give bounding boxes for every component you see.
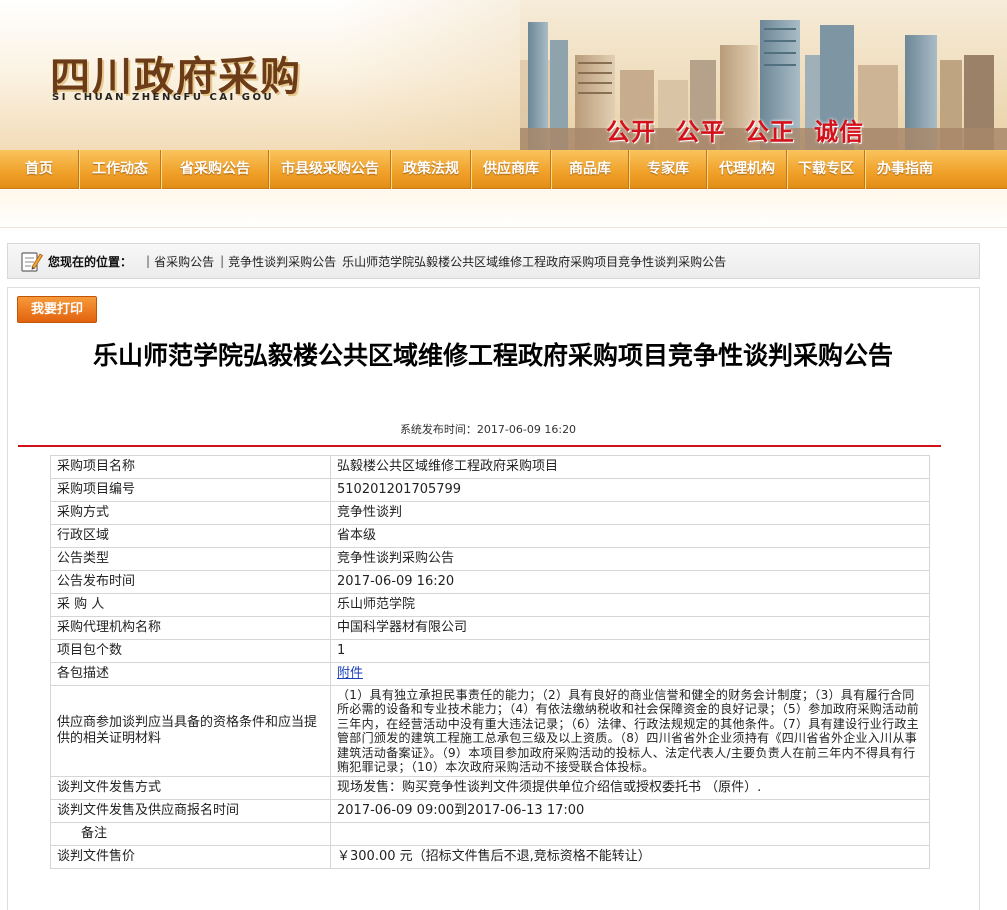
breadcrumb-item-current: 乐山师范学院弘毅楼公共区域维修工程政府采购项目竞争性谈判采购公告	[342, 254, 727, 269]
row-value: （1）具有独立承担民事责任的能力；（2）具有良好的商业信誉和健全的财务会计制度；…	[330, 684, 930, 778]
breadcrumb-separator: |	[220, 254, 225, 268]
row-key: 公告类型	[50, 547, 331, 571]
table-row: 采购项目名称 弘毅楼公共区域维修工程政府采购项目	[50, 455, 930, 479]
nav-item-policies[interactable]: 政策法规	[392, 150, 470, 189]
edit-note-icon	[21, 252, 44, 272]
row-value: 1	[330, 639, 930, 663]
row-value	[330, 822, 930, 847]
nav-item-downloads[interactable]: 下载专区	[788, 150, 864, 189]
row-value: 乐山师范学院	[330, 593, 930, 617]
row-value: 2017-06-09 16:20	[330, 570, 930, 594]
table-row: 公告类型 竞争性谈判采购公告	[50, 547, 930, 571]
row-value: 现场发售：购买竞争性谈判文件须提供单位介绍信或授权委托书 （原件）.	[330, 776, 930, 801]
row-key: 谈判文件发售及供应商报名时间	[50, 799, 331, 824]
table-row: 行政区域 省本级	[50, 524, 930, 548]
breadcrumb-label: 您现在的位置：	[48, 254, 133, 269]
nav-item-city-notices[interactable]: 市县级采购公告	[270, 150, 390, 189]
nav-item-suppliers[interactable]: 供应商库	[472, 150, 550, 189]
row-value: ￥300.00 元（招标文件售后不退,竞标资格不能转让）	[330, 845, 930, 870]
slogan-word: 诚信	[814, 117, 865, 146]
row-value: 附件	[330, 662, 930, 686]
slogan: 公开 公平 公正 诚信	[606, 112, 874, 147]
article-panel: 我要打印 乐山师范学院弘毅楼公共区域维修工程政府采购项目竞争性谈判采购公告 系统…	[7, 287, 980, 910]
row-key: 谈判文件售价	[50, 845, 331, 870]
row-key: 项目包个数	[50, 639, 331, 663]
breadcrumb-item-negotiation-notices[interactable]: 竞争性谈判采购公告	[228, 253, 336, 270]
breadcrumb-separator: |	[146, 254, 151, 268]
attachment-link[interactable]: 附件	[337, 666, 363, 681]
row-key: 采 购 人	[50, 593, 331, 617]
slogan-word: 公正	[744, 117, 795, 146]
table-row: 各包描述 附件	[50, 662, 930, 686]
row-value: 510201201705799	[330, 478, 930, 502]
row-key: 谈判文件发售方式	[50, 776, 331, 801]
publish-time: 系统发布时间：2017-06-09 16:20	[399, 423, 577, 436]
nav-item-provincial-notices[interactable]: 省采购公告	[162, 150, 268, 189]
table-row: 采购代理机构名称 中国科学器材有限公司	[50, 616, 930, 640]
breadcrumb-item-provincial-notices[interactable]: 省采购公告	[154, 253, 214, 270]
nav-item-work-news[interactable]: 工作动态	[80, 150, 160, 189]
row-key: 采购方式	[50, 501, 331, 525]
title-divider	[18, 445, 941, 447]
nav-item-home[interactable]: 首页	[0, 150, 78, 189]
row-value: 竞争性谈判采购公告	[330, 547, 930, 571]
row-key: 采购代理机构名称	[50, 616, 331, 640]
print-button[interactable]: 我要打印	[17, 296, 97, 323]
slogan-word: 公开	[606, 117, 656, 146]
nav-item-experts[interactable]: 专家库	[630, 150, 706, 189]
row-key: 备注	[50, 822, 331, 847]
table-row: 公告发布时间 2017-06-09 16:20	[50, 570, 930, 594]
row-key: 行政区域	[50, 524, 331, 548]
table-row: 备注	[50, 822, 930, 847]
table-row: 采 购 人 乐山师范学院	[50, 593, 930, 617]
row-value: 中国科学器材有限公司	[330, 616, 930, 640]
row-key: 供应商参加谈判应当具备的资格条件和应当提供的相关证明材料	[50, 684, 331, 778]
slogan-word: 公平	[675, 117, 726, 146]
table-row: 供应商参加谈判应当具备的资格条件和应当提供的相关证明材料 （1）具有独立承担民事…	[50, 684, 930, 778]
table-row: 项目包个数 1	[50, 639, 930, 663]
row-value: 2017-06-09 09:00到2017-06-13 17:00	[330, 799, 930, 824]
notice-info-table: 采购项目名称 弘毅楼公共区域维修工程政府采购项目 采购项目编号 51020120…	[50, 455, 930, 870]
nav-item-guide[interactable]: 办事指南	[866, 150, 944, 189]
table-row: 谈判文件发售方式 现场发售：购买竞争性谈判文件须提供单位介绍信或授权委托书 （原…	[50, 776, 930, 801]
nav-item-products[interactable]: 商品库	[552, 150, 628, 189]
row-key: 各包描述	[50, 662, 331, 686]
breadcrumb: 您现在的位置： | 省采购公告 | 竞争性谈判采购公告 乐山师范学院弘毅楼公共区…	[7, 243, 980, 279]
row-value: 竞争性谈判	[330, 501, 930, 525]
row-value: 省本级	[330, 524, 930, 548]
main-nav: 首页 工作动态 省采购公告 市县级采购公告 政策法规 供应商库 商品库 专家库 …	[0, 150, 1007, 189]
table-row: 采购方式 竞争性谈判	[50, 501, 930, 525]
sub-nav-strip	[0, 190, 1007, 228]
table-row: 谈判文件售价 ￥300.00 元（招标文件售后不退,竞标资格不能转让）	[50, 845, 930, 870]
site-logo-pinyin: SI CHUAN ZHENGFU CAI GOU	[52, 92, 275, 103]
table-row: 谈判文件发售及供应商报名时间 2017-06-09 09:00到2017-06-…	[50, 799, 930, 824]
row-key: 采购项目编号	[50, 478, 331, 502]
row-key: 公告发布时间	[50, 570, 331, 594]
nav-item-agencies[interactable]: 代理机构	[708, 150, 786, 189]
page-title: 乐山师范学院弘毅楼公共区域维修工程政府采购项目竞争性谈判采购公告	[92, 341, 893, 370]
row-key: 采购项目名称	[50, 455, 331, 479]
table-row: 采购项目编号 510201201705799	[50, 478, 930, 502]
row-value: 弘毅楼公共区域维修工程政府采购项目	[330, 455, 930, 479]
site-banner: 四川政府采购 SI CHUAN ZHENGFU CAI GOU 公开 公平 公正…	[0, 0, 1007, 150]
